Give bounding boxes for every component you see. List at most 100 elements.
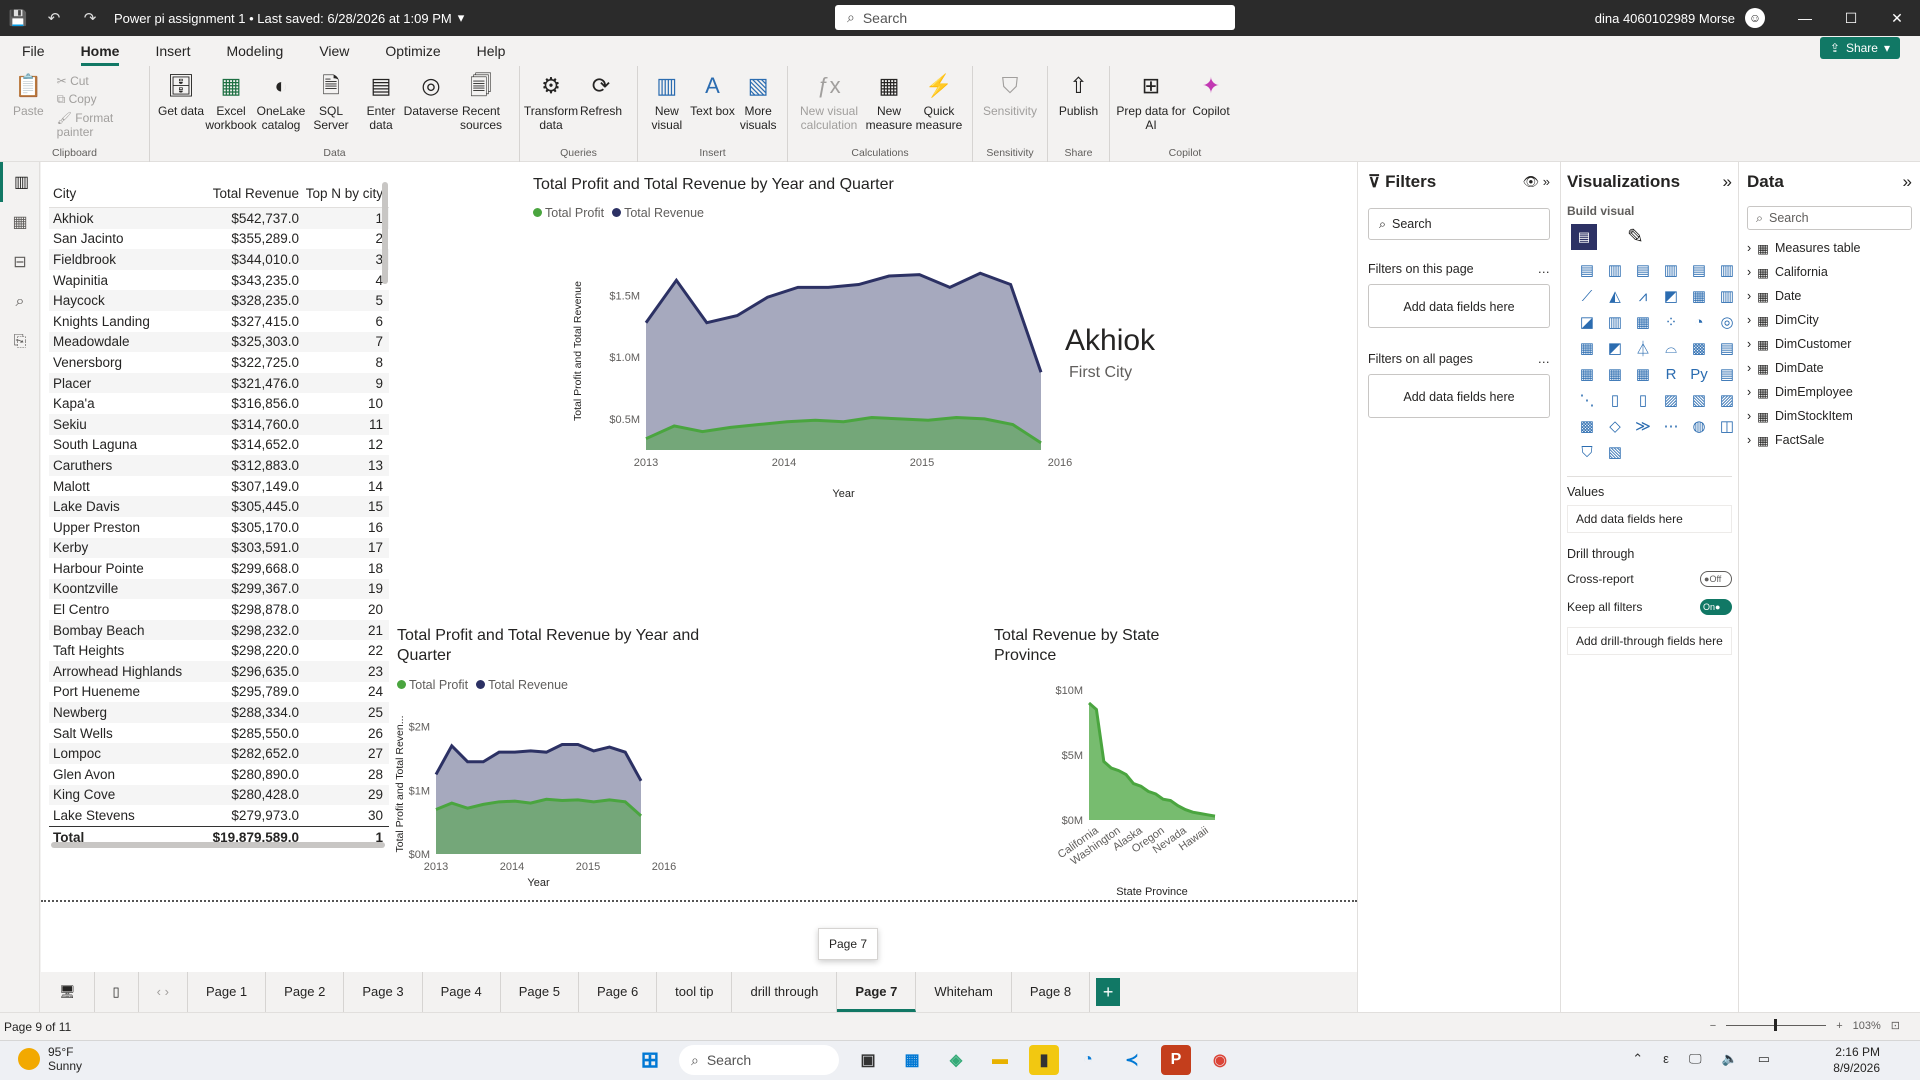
tmdl-view-icon[interactable]: ⎘ [0,322,40,362]
zoom-slider-thumb[interactable] [1774,1019,1778,1031]
data-table-item[interactable]: › ▦ Measures table [1747,236,1912,260]
visual-type-icon[interactable]: ▨ [1717,390,1737,410]
menu-file[interactable]: File [22,36,45,66]
table-row[interactable]: Meadowdale $325,303.0 7 [49,331,389,353]
zoom-in-button[interactable]: + [1836,1020,1842,1032]
table-row[interactable]: Wapinitia $343,235.0 4 [49,270,389,291]
visual-type-icon[interactable]: ▧ [1689,390,1709,410]
table-row[interactable]: Glen Avon $280,890.0 28 [49,764,389,785]
tab-page-6[interactable]: Page 6 [579,972,658,1012]
visual-type-icon[interactable]: ▦ [1633,312,1653,332]
visual-type-icon[interactable]: ⁘ [1661,312,1681,332]
edge-icon[interactable]: ◔ [1073,1045,1103,1075]
visual-type-icon[interactable]: ▦ [1577,364,1597,384]
power-bi-icon[interactable]: ▮ [1029,1045,1059,1075]
tab-page-1[interactable]: Page 1 [188,972,267,1012]
visual-type-icon[interactable]: Py [1689,364,1709,384]
visual-type-icon[interactable]: ▥ [1605,312,1625,332]
table-row[interactable]: Arrowhead Highlands $296,635.0 23 [49,661,389,682]
user-account[interactable]: dina 4060102989 Morse ☺ [1595,0,1765,36]
chart3-area[interactable]: $0M$5M$10MCaliforniaWashingtonAlaskaOreg… [981,670,1231,900]
table-row[interactable]: Sekiu $314,760.0 11 [49,413,389,435]
app-icon[interactable]: ◈ [941,1045,971,1075]
menu-help[interactable]: Help [477,36,506,66]
all-pages-filter-drop-zone[interactable]: Add data fields here [1368,374,1550,418]
city-revenue-table[interactable]: City Total Revenue Top N by city Akhiok $… [49,180,389,848]
collapse-filters-icon[interactable]: » [1543,174,1550,189]
col-city[interactable]: City [49,186,189,201]
visual-type-icon[interactable]: ▯ [1633,390,1653,410]
fit-page-icon[interactable]: ⊡ [1891,1019,1900,1032]
table-row[interactable]: Kapa'a $316,856.0 10 [49,393,389,414]
filters-search-input[interactable]: ⌕ Search [1368,208,1550,240]
custom-visual-icon[interactable]: ▧ [1605,442,1625,462]
visual-type-icon[interactable]: ⋱ [1577,390,1597,410]
add-page-button[interactable]: + [1096,978,1121,1006]
table-row[interactable]: South Laguna $314,652.0 12 [49,435,389,456]
ime-icon[interactable]: ε [1663,1051,1669,1067]
share-button[interactable]: ⇪ Share ▾ [1819,37,1900,59]
table-row[interactable]: Harbour Pointe $299,668.0 18 [49,558,389,579]
windows-start-icon[interactable]: ⊞ [635,1045,665,1075]
more-options-icon[interactable]: … [1538,262,1551,276]
visual-type-icon[interactable]: ◭ [1605,286,1625,306]
build-visual-icon[interactable]: ▤ [1571,224,1597,250]
report-view-icon[interactable]: ▥ [0,162,40,202]
tab-page-4[interactable]: Page 4 [423,972,501,1012]
tab-page-7[interactable]: Page 7 [837,972,917,1012]
tab-drill-through[interactable]: drill through [732,972,838,1012]
table-row[interactable]: Taft Heights $298,220.0 22 [49,640,389,661]
chart2-area[interactable]: $0M $1M $2M 2013 2014 2015 2016 Year Total Profi… [391,694,771,894]
weather-widget[interactable]: 95°F Sunny [18,1045,82,1073]
vscode-icon[interactable]: ≺ [1117,1045,1147,1075]
visual-type-icon[interactable]: ▯ [1605,390,1625,410]
tab-tool-tip[interactable]: tool tip [657,972,733,1012]
visual-type-icon[interactable]: ◩ [1661,286,1681,306]
table-view-icon[interactable]: ▦ [0,202,40,242]
visual-type-icon[interactable]: ▥ [1717,260,1737,280]
zoom-out-button[interactable]: − [1710,1020,1716,1032]
visual-type-icon[interactable]: ▤ [1633,260,1653,280]
visual-type-icon[interactable]: ◎ [1717,312,1737,332]
visual-type-icon[interactable]: ⌓ [1661,338,1681,358]
taskbar-search[interactable]: ⌕ Search [679,1045,839,1075]
drill-through-drop-zone[interactable]: Add drill-through fields here [1567,627,1732,655]
copy-button[interactable]: ⧉ Copy [57,92,143,107]
table-row[interactable]: Haycock $328,235.0 5 [49,290,389,311]
col-total-revenue[interactable]: Total Revenue [189,186,299,201]
visual-type-icon[interactable]: ⋯ [1661,416,1681,436]
page-filter-drop-zone[interactable]: Add data fields here [1368,284,1550,328]
tab-page-8[interactable]: Page 8 [1012,972,1091,1012]
visual-type-icon[interactable]: ◪ [1577,312,1597,332]
data-table-item[interactable]: › ▦ Date [1747,284,1912,308]
visual-type-icon[interactable]: ◇ [1605,416,1625,436]
tab-scroll-icons[interactable]: ‹ › [139,972,188,1012]
tab-whiteham[interactable]: Whiteham [916,972,1012,1012]
cross-report-toggle[interactable]: ● Off [1700,571,1732,587]
menu-view[interactable]: View [319,36,349,66]
visual-type-icon[interactable]: ▥ [1605,260,1625,280]
tab-page-5[interactable]: Page 5 [501,972,579,1012]
menu-modeling[interactable]: Modeling [226,36,283,66]
minimize-button[interactable]: — [1782,0,1828,36]
visual-type-icon[interactable]: ▤ [1717,364,1737,384]
data-table-item[interactable]: › ▦ DimEmployee [1747,380,1912,404]
visual-type-icon[interactable]: ▩ [1689,338,1709,358]
visual-type-icon[interactable]: R [1661,364,1681,384]
table-row[interactable]: Koontzville $299,367.0 19 [49,578,389,600]
model-view-icon[interactable]: ⊟ [0,242,40,282]
visual-type-icon[interactable]: ▦ [1689,286,1709,306]
table-row[interactable]: El Centro $298,878.0 20 [49,599,389,620]
clock[interactable]: 2:16 PM 8/9/2026 [1833,1044,1880,1076]
chrome-icon[interactable]: ◉ [1205,1045,1235,1075]
visual-type-icon[interactable]: ≫ [1633,416,1653,436]
desktop-layout-icon[interactable]: 🖥 [41,972,95,1012]
search-input[interactable]: ⌕ Search [835,5,1235,30]
table-row[interactable]: Caruthers $312,883.0 13 [49,455,389,476]
table-row[interactable]: Fieldbrook $344,010.0 3 [49,249,389,270]
volume-icon[interactable]: 🔈 [1722,1051,1738,1067]
visual-type-icon[interactable]: ▤ [1689,260,1709,280]
visual-type-icon[interactable]: ⩘ [1633,286,1653,306]
custom-visual-icon[interactable]: ◍ [1689,416,1709,436]
table-row[interactable]: Lake Stevens $279,973.0 30 [49,805,389,826]
